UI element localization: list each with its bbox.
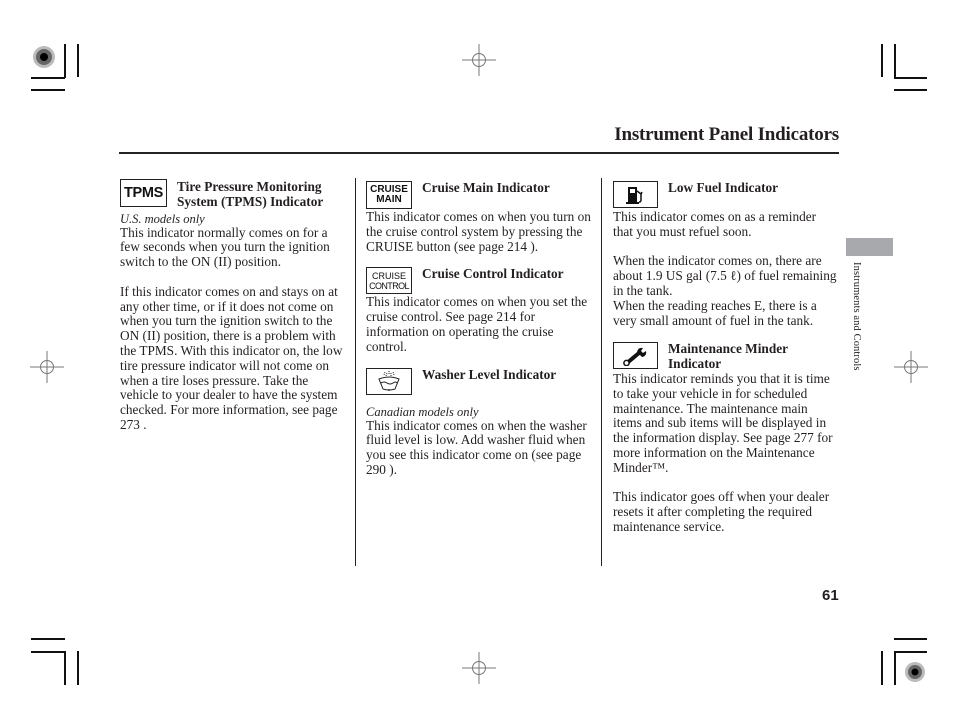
washer-fluid-icon — [366, 367, 412, 395]
section-maintenance-minder: Maintenance Minder Indicator — [613, 342, 839, 372]
column-divider — [601, 178, 603, 566]
title-divider — [119, 152, 839, 154]
paragraph: This indicator comes on when you set the… — [366, 294, 588, 354]
column-2: CRUISE MAIN Cruise Main Indicator This i… — [366, 180, 592, 478]
section-heading: Low Fuel Indicator — [668, 180, 779, 195]
section-heading: Cruise Main Indicator — [422, 180, 550, 195]
column-1: TPMS Tire Pressure Monitoring System (TP… — [120, 179, 348, 433]
paragraph: If this indicator comes on and stays on … — [120, 283, 343, 432]
section-tpms: TPMS Tire Pressure Monitoring System (TP… — [120, 179, 348, 210]
registration-target-icon — [33, 46, 55, 68]
wrench-icon — [613, 342, 658, 370]
fuel-pump-icon — [613, 181, 658, 208]
model-note: U.S. models only — [120, 211, 205, 226]
crosshair-icon — [30, 351, 64, 383]
column-3: Low Fuel Indicator This indicator comes … — [613, 180, 839, 535]
registration-target-icon — [905, 662, 925, 682]
crosshair-icon — [462, 652, 496, 684]
paragraph: This indicator reminds you that it is ti… — [613, 370, 833, 475]
paragraph: When the indicator comes on, there are a… — [613, 253, 837, 328]
section-heading: Cruise Control Indicator — [422, 266, 564, 282]
wrench-glyph — [622, 347, 646, 366]
crosshair-icon — [894, 351, 928, 383]
fuel-pump-glyph — [625, 186, 643, 204]
paragraph: This indicator comes on when you turn on… — [366, 209, 591, 254]
section-heading: Washer Level Indicator — [422, 366, 557, 382]
paragraph: This indicator normally comes on for a f… — [120, 224, 330, 270]
section-low-fuel: Low Fuel Indicator — [613, 180, 839, 208]
section-washer-level: Washer Level Indicator — [366, 366, 592, 395]
page-title: Instrument Panel Indicators — [614, 124, 839, 145]
section-heading: Maintenance Minder Indicator — [668, 341, 788, 372]
model-note: Canadian models only — [366, 404, 479, 419]
section-tab — [846, 238, 893, 256]
cruise-main-icon: CRUISE MAIN — [366, 181, 412, 209]
paragraph: This indicator goes off when your dealer… — [613, 489, 830, 534]
washer-fluid-glyph — [378, 371, 400, 392]
crosshair-icon — [462, 44, 496, 76]
page-number: 61 — [822, 587, 839, 604]
paragraph: This indicator comes on as a reminder th… — [613, 209, 817, 239]
tpms-icon: TPMS — [120, 179, 167, 207]
column-divider — [355, 178, 357, 566]
section-cruise-main: CRUISE MAIN Cruise Main Indicator — [366, 180, 592, 209]
section-heading: Tire Pressure Monitoring System (TPMS) I… — [177, 179, 324, 209]
section-cruise-control: CRUISE CONTROL Cruise Control Indicator — [366, 266, 592, 295]
cruise-control-icon: CRUISE CONTROL — [366, 267, 412, 295]
section-tab-label: Instruments and Controls — [851, 262, 862, 371]
paragraph: This indicator comes on when the washer … — [366, 417, 587, 477]
